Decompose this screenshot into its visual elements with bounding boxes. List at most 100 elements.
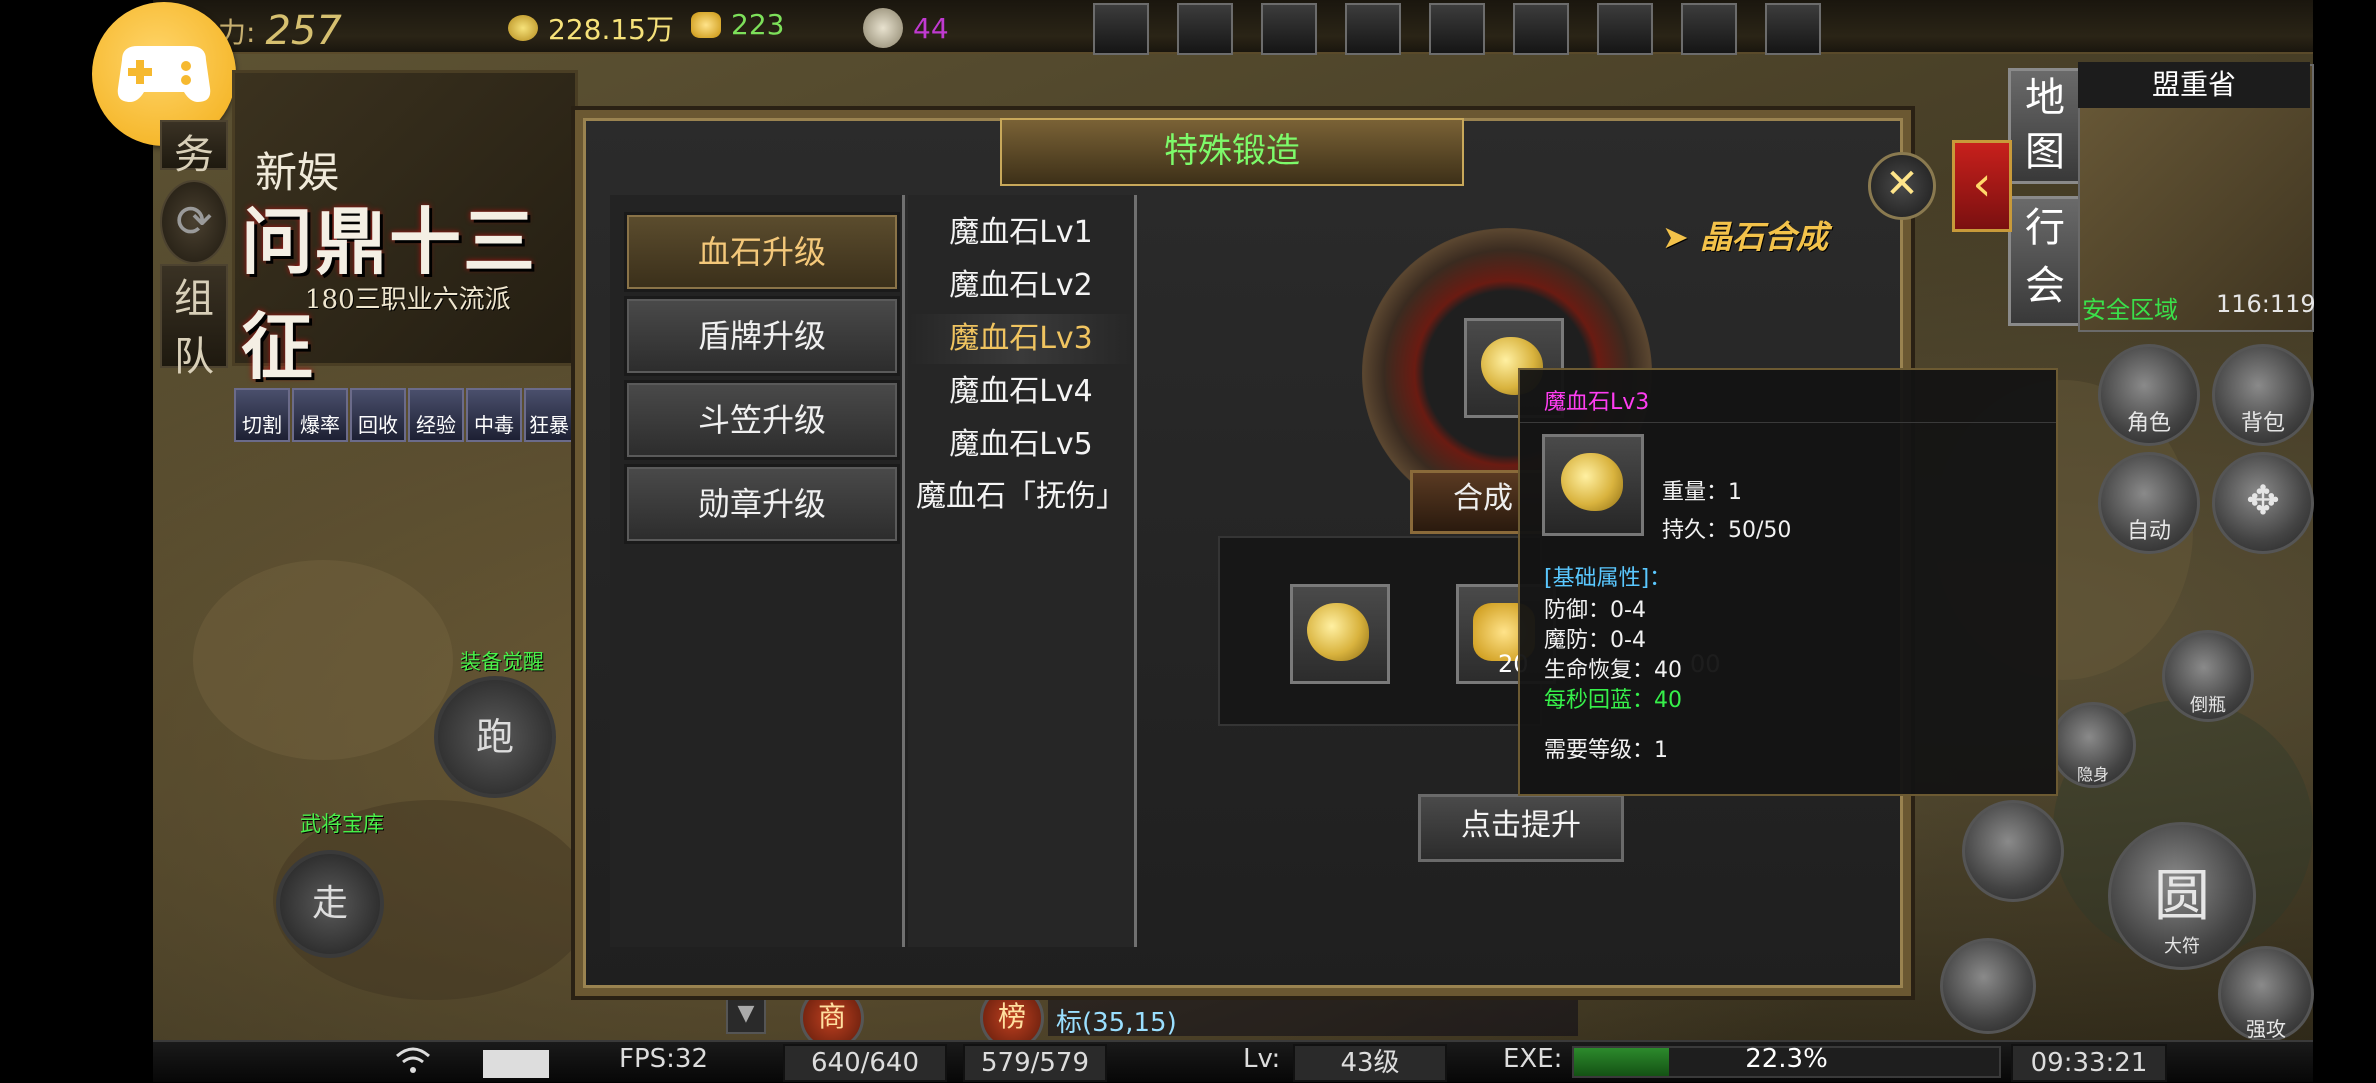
bloodstone-icon: [1561, 453, 1623, 511]
bag-button[interactable]: 背包: [2212, 344, 2314, 446]
auto-label: 自动: [2126, 519, 2171, 544]
map-button[interactable]: 地 图: [2008, 68, 2082, 184]
category-hat[interactable]: 斗笠升级: [624, 380, 900, 460]
item-tooltip: 魔血石Lv3 重量：1 持久：50/50 [基础属性]： 防御：0-4 魔防：0…: [1518, 368, 2058, 796]
level-label: Lv:: [1243, 1044, 1281, 1074]
arrow-right-icon: ➤: [1662, 218, 1689, 256]
mini-button-poison[interactable]: 中毒: [466, 388, 522, 442]
durability-label: 持久：: [1662, 518, 1729, 543]
mp-value: 579/579: [963, 1044, 1107, 1082]
bottle-button[interactable]: 倒瓶: [2162, 630, 2254, 722]
skill-button-8[interactable]: [1681, 3, 1737, 55]
crystal-synth-link[interactable]: ➤ 晶石合成: [1662, 212, 1828, 258]
skill-button-9[interactable]: [1765, 3, 1821, 55]
triangle-down-icon: ▼: [737, 1001, 755, 1026]
level-item-3[interactable]: 魔血石Lv3: [908, 314, 1134, 364]
upgrade-button[interactable]: 点击提升: [1418, 794, 1624, 862]
hide-label: 隐身: [2076, 765, 2109, 784]
skill-button-b[interactable]: [1940, 938, 2036, 1034]
attack-label: 强攻: [2246, 1017, 2286, 1041]
role-label: 角色: [2126, 411, 2171, 436]
level-item-6[interactable]: 魔血石「抚伤」: [908, 472, 1134, 522]
hp-regen-label: 生命恢复：: [1544, 658, 1655, 683]
wifi-icon: [395, 1046, 431, 1083]
level-item-4[interactable]: 魔血石Lv4: [908, 367, 1134, 417]
mdef-value: 0-4: [1610, 628, 1646, 653]
category-label: 斗笠升级: [697, 401, 826, 439]
category-medal[interactable]: 勋章升级: [624, 464, 900, 544]
mini-label: 爆率: [300, 413, 340, 437]
brand-line-3: 180三职业六流派: [305, 285, 511, 315]
mini-button-recycle[interactable]: 回收: [350, 388, 406, 442]
gold-value: 228.15万: [548, 13, 674, 46]
power-display: 力: 257: [218, 8, 342, 54]
close-button[interactable]: ✕: [1868, 152, 1936, 220]
skill-button-2[interactable]: [1177, 3, 1233, 55]
skill-button-6[interactable]: [1513, 3, 1569, 55]
team-label-2: 队: [174, 334, 214, 380]
mp-regen-value: 40: [1654, 688, 1683, 713]
npc-label-vault[interactable]: 武将宝库: [300, 808, 384, 838]
walk-button[interactable]: 走: [276, 850, 384, 958]
tooltip-item-slot: [1542, 434, 1644, 536]
map-name: 盟重省: [2078, 62, 2310, 108]
mini-button-rage[interactable]: 狂暴: [524, 388, 574, 442]
role-button[interactable]: 角色: [2098, 344, 2200, 446]
category-label: 血石升级: [697, 233, 826, 271]
level-item-1[interactable]: 魔血石Lv1: [908, 208, 1134, 258]
level-value: 43级: [1293, 1044, 1447, 1082]
team-button[interactable]: 组 队: [160, 264, 228, 380]
mini-button-exp[interactable]: 经验: [408, 388, 464, 442]
map-label-2: 图: [2025, 129, 2065, 175]
req-level-label: 需要等级：: [1544, 738, 1655, 763]
skill-button-1[interactable]: [1093, 3, 1149, 55]
mp-regen-label: 每秒回蓝：: [1544, 688, 1655, 713]
bag-label: 背包: [2240, 411, 2285, 436]
skill-main-button[interactable]: 圆 大符: [2108, 822, 2256, 970]
category-bloodstone[interactable]: 血石升级: [624, 212, 900, 292]
ingot-display: 223: [691, 8, 784, 41]
level-label: 魔血石Lv5: [949, 427, 1093, 462]
material-slot-1[interactable]: [1290, 584, 1390, 684]
npc-label-awaken[interactable]: 装备觉醒: [460, 646, 544, 676]
run-button[interactable]: 跑: [434, 676, 556, 798]
attack-button[interactable]: 强攻: [2218, 946, 2314, 1042]
mini-button-droprate[interactable]: 爆率: [292, 388, 348, 442]
skill-button-3[interactable]: [1261, 3, 1317, 55]
points-icon: [863, 8, 903, 48]
ingot-value: 223: [731, 8, 785, 41]
auto-button[interactable]: 自动: [2098, 452, 2200, 554]
base-attr-header: [基础属性]：: [1544, 566, 1672, 591]
move-button[interactable]: ✥: [2212, 452, 2314, 554]
skill-button-5[interactable]: [1429, 3, 1485, 55]
exp-bar: 22.3%: [1572, 1044, 2001, 1078]
resource-bar: 力: 257 228.15万 223 44: [153, 0, 2313, 55]
skill-button-7[interactable]: [1597, 3, 1653, 55]
req-level-value: 1: [1654, 738, 1669, 763]
mini-button-cut[interactable]: 切割: [234, 388, 290, 442]
hide-button[interactable]: 隐身: [2050, 702, 2136, 788]
chat-toggle-button[interactable]: ▼: [726, 994, 766, 1034]
durability-value: 50/50: [1728, 518, 1792, 543]
clock-label: 09:33:21: [2011, 1044, 2167, 1082]
category-shield[interactable]: 盾牌升级: [624, 296, 900, 376]
level-item-5[interactable]: 魔血石Lv5: [908, 420, 1134, 470]
skill-button-4[interactable]: [1345, 3, 1401, 55]
chat-coord-text: 标(35,15): [1056, 1008, 1177, 1038]
task-button[interactable]: 务: [160, 120, 228, 178]
weight-label: 重量：: [1662, 480, 1729, 505]
mini-label: 狂暴: [529, 413, 569, 437]
level-label: 魔血石Lv1: [949, 215, 1093, 250]
defense-label: 防御：: [1544, 598, 1611, 623]
guild-button[interactable]: 行 会: [2008, 196, 2082, 326]
level-item-2[interactable]: 魔血石Lv2: [908, 261, 1134, 311]
exp-percent: 22.3%: [1745, 1044, 1828, 1074]
mini-label: 回收: [358, 413, 398, 437]
run-label: 跑: [475, 715, 514, 759]
refresh-button[interactable]: ⟳: [160, 180, 228, 264]
collapse-arrow-button[interactable]: ‹: [1952, 140, 2012, 232]
ingot-icon: [691, 11, 721, 38]
level-label: 魔血石Lv3: [949, 321, 1093, 356]
skill-button-a[interactable]: [1962, 800, 2064, 902]
walk-label: 走: [311, 883, 348, 924]
